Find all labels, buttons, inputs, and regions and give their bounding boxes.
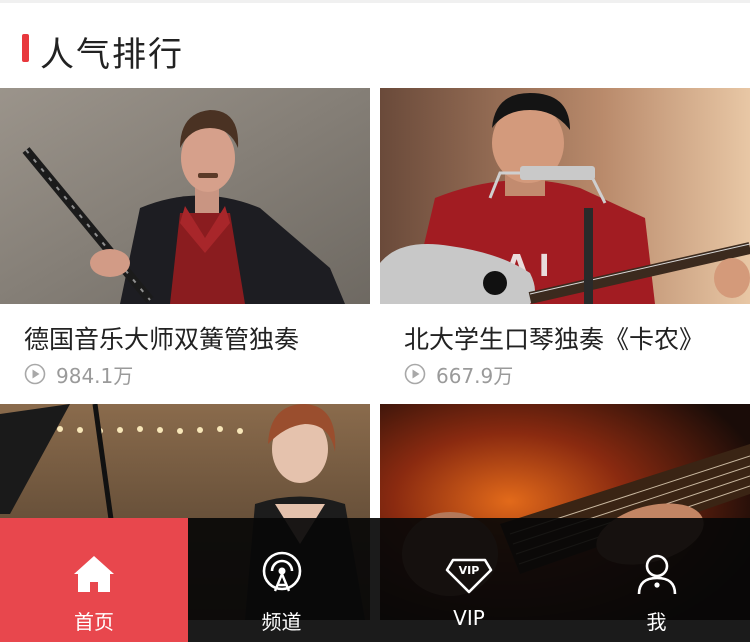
play-count-icon bbox=[404, 363, 426, 385]
video-card[interactable]: 德国音乐大师双簧管独奏 984.1万 bbox=[0, 88, 370, 404]
broadcast-icon bbox=[262, 551, 301, 592]
video-title[interactable]: 德国音乐大师双簧管独奏 bbox=[24, 320, 299, 356]
play-count-value: 667.9万 bbox=[436, 363, 514, 388]
bottom-tab-bar: 首页 频道 VIP VIP 我 bbox=[0, 518, 750, 642]
section-accent-bar bbox=[22, 34, 29, 62]
tab-vip-label: VIP bbox=[453, 606, 485, 630]
play-count: 667.9万 bbox=[404, 360, 513, 388]
video-title[interactable]: 北大学生口琴独奏《卡农》 bbox=[404, 320, 704, 356]
tab-me[interactable]: 我 bbox=[563, 518, 750, 642]
home-icon bbox=[74, 556, 114, 592]
play-count-icon bbox=[24, 363, 46, 385]
tab-channel-label: 频道 bbox=[261, 610, 302, 634]
svg-text:VIP: VIP bbox=[459, 564, 480, 577]
video-thumbnail[interactable]: A I bbox=[380, 88, 750, 304]
play-count-value: 984.1万 bbox=[56, 363, 134, 388]
play-count: 984.1万 bbox=[24, 360, 133, 388]
tab-channel[interactable]: 频道 bbox=[188, 518, 375, 642]
tab-me-label: 我 bbox=[646, 610, 667, 634]
section-header: 人气排行 bbox=[0, 0, 750, 88]
video-card[interactable]: A I 北大学生口琴独奏《卡农》 667.9万 bbox=[380, 88, 750, 404]
vip-diamond-icon: VIP bbox=[445, 558, 493, 594]
user-icon bbox=[637, 554, 676, 595]
tab-home[interactable]: 首页 bbox=[0, 518, 188, 642]
section-title: 人气排行 bbox=[40, 35, 184, 75]
tab-vip[interactable]: VIP VIP bbox=[375, 518, 563, 642]
tab-home-label: 首页 bbox=[74, 610, 114, 634]
video-thumbnail[interactable] bbox=[0, 88, 370, 304]
